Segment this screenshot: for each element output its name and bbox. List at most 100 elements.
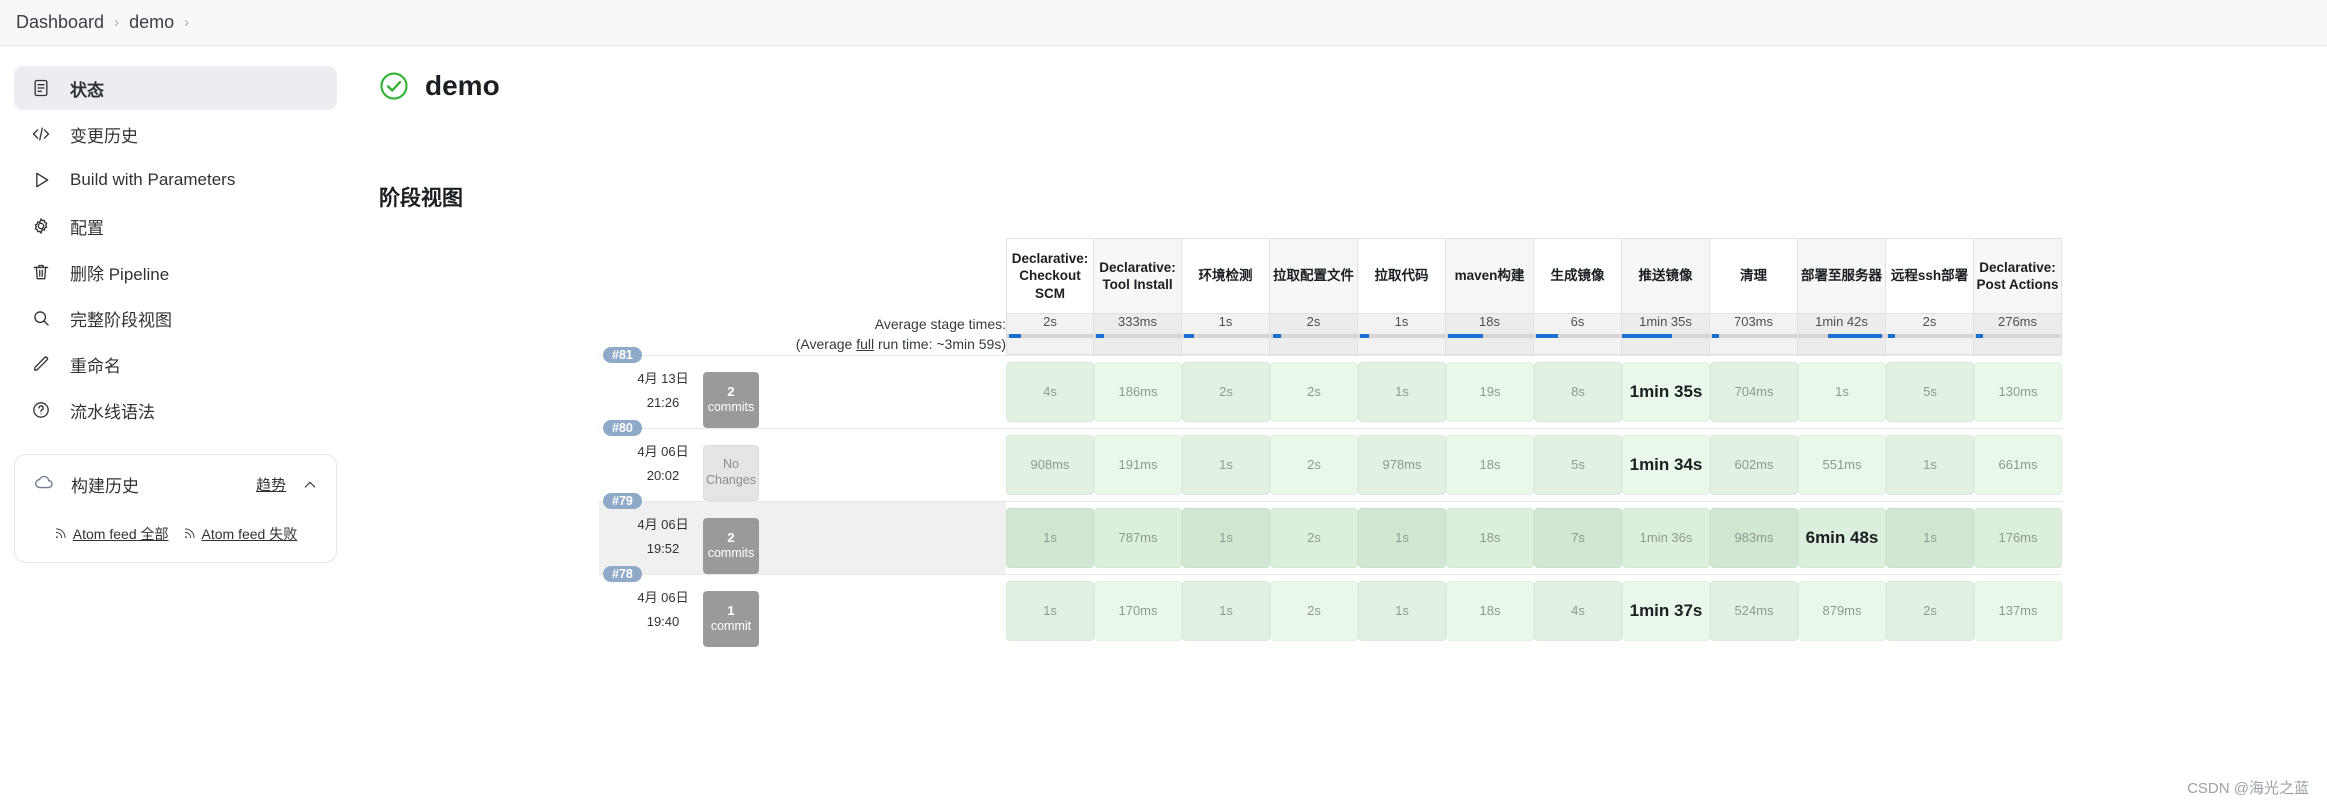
stage-view-tbody: #81 4月 13日 21:26 2 commits 4s 186ms 2s 2s 1s 19s 8s…: [599, 346, 2062, 647]
commit-summary[interactable]: No Changes: [703, 444, 759, 501]
stage-cell[interactable]: 983ms: [1710, 500, 1798, 574]
stage-cell[interactable]: 130ms: [1974, 354, 2062, 428]
stage-cell[interactable]: 1s: [1798, 354, 1886, 428]
stage-cell[interactable]: 186ms: [1094, 354, 1182, 428]
stage-average-cell: 18s: [1446, 314, 1534, 355]
stage-average-sparkline: [1182, 334, 1269, 338]
stage-cell[interactable]: 2s: [1270, 500, 1358, 574]
stage-cell[interactable]: 4s: [1006, 354, 1094, 428]
build-number-cell[interactable]: #79 4月 06日 19:52 2 commits: [599, 492, 761, 574]
sidebar-item-status[interactable]: 状态: [14, 66, 337, 110]
sidebar-item-build-with-parameters[interactable]: Build with Parameters: [14, 158, 337, 202]
stage-cell[interactable]: 1s: [1182, 573, 1270, 647]
atom-feed-failed[interactable]: Atom feed 失败: [183, 524, 297, 544]
stage-cell[interactable]: 1s: [1886, 427, 1974, 501]
stage-average-cell: 1min 35s: [1622, 314, 1710, 355]
build-number-badge[interactable]: #79: [603, 492, 642, 509]
stage-cell[interactable]: 2s: [1270, 573, 1358, 647]
stage-cell[interactable]: 551ms: [1798, 427, 1886, 501]
chevron-up-icon[interactable]: [302, 477, 318, 493]
build-row-spacer: [761, 427, 1006, 501]
sidebar-item-delete-pipeline[interactable]: 删除 Pipeline: [14, 250, 337, 294]
build-number-cell[interactable]: #81 4月 13日 21:26 2 commits: [599, 346, 761, 428]
stage-cell[interactable]: 1min 35s: [1622, 354, 1710, 428]
stage-cell[interactable]: 18s: [1446, 573, 1534, 647]
stage-cell[interactable]: 1s: [1358, 500, 1446, 574]
build-row[interactable]: #80 4月 06日 20:02 No Changes 908ms 191ms 1s 2s 97…: [599, 419, 2062, 501]
build-number-cell[interactable]: #78 4月 06日 19:40 1 commit: [599, 565, 761, 647]
stage-cell[interactable]: 2s: [1182, 354, 1270, 428]
commit-summary[interactable]: 2 commits: [703, 517, 759, 574]
stage-header-cell: 推送镜像: [1622, 238, 1710, 314]
stage-cell[interactable]: 1s: [1182, 427, 1270, 501]
stage-cell[interactable]: 1s: [1358, 573, 1446, 647]
stage-cell[interactable]: 2s: [1886, 573, 1974, 647]
stage-cell[interactable]: 1min 34s: [1622, 427, 1710, 501]
stage-duration: 1min 37s: [1622, 580, 1710, 641]
stage-cell[interactable]: 1s: [1886, 500, 1974, 574]
stage-cell[interactable]: 1s: [1358, 354, 1446, 428]
sidebar-item-change-history[interactable]: 变更历史: [14, 112, 337, 156]
stage-average-cell: 6s: [1534, 314, 1622, 355]
stage-header-cell: 拉取配置文件: [1270, 238, 1358, 314]
stage-cell[interactable]: 7s: [1534, 500, 1622, 574]
stage-cell[interactable]: 1s: [1006, 573, 1094, 647]
stage-cell[interactable]: 978ms: [1358, 427, 1446, 501]
build-row[interactable]: #79 4月 06日 19:52 2 commits 1s 787ms 1s 2s 1s 18s 7s…: [599, 492, 2062, 574]
sidebar-item-rename[interactable]: 重命名: [14, 342, 337, 386]
commit-summary[interactable]: 2 commits: [703, 371, 759, 428]
stage-cell[interactable]: 5s: [1886, 354, 1974, 428]
sidebar-item-full-stage-view[interactable]: 完整阶段视图: [14, 296, 337, 340]
stage-cell[interactable]: 18s: [1446, 427, 1534, 501]
stage-cell[interactable]: 879ms: [1798, 573, 1886, 647]
stage-cell[interactable]: 2s: [1270, 427, 1358, 501]
stage-cell[interactable]: 602ms: [1710, 427, 1798, 501]
stage-duration: 18s: [1446, 580, 1534, 641]
commit-count: 2: [727, 529, 735, 545]
stage-cell[interactable]: 524ms: [1710, 573, 1798, 647]
stage-cell[interactable]: 1s: [1006, 500, 1094, 574]
stage-duration: 2s: [1270, 361, 1358, 422]
sidebar-item-configure[interactable]: 配置: [14, 204, 337, 248]
trash-icon: [30, 261, 52, 283]
breadcrumb-item-dashboard[interactable]: Dashboard: [16, 12, 104, 33]
sidebar-item-pipeline-syntax[interactable]: 流水线语法: [14, 388, 337, 432]
stage-cell[interactable]: 176ms: [1974, 500, 2062, 574]
stage-cell[interactable]: 8s: [1534, 354, 1622, 428]
stage-cell[interactable]: 6min 48s: [1798, 500, 1886, 574]
build-number-badge[interactable]: #80: [603, 419, 642, 436]
stage-cell[interactable]: 908ms: [1006, 427, 1094, 501]
average-underline: full: [856, 336, 875, 353]
build-number-badge[interactable]: #81: [603, 346, 642, 363]
stage-average-value: 1min 35s: [1639, 314, 1692, 329]
stage-cell[interactable]: 170ms: [1094, 573, 1182, 647]
build-number-badge[interactable]: #78: [603, 565, 642, 582]
stage-cell[interactable]: 704ms: [1710, 354, 1798, 428]
stage-cell[interactable]: 1s: [1182, 500, 1270, 574]
stage-average-value: 2s: [1922, 314, 1937, 329]
atom-feed-all[interactable]: Atom feed 全部: [54, 524, 169, 544]
stage-cell[interactable]: 18s: [1446, 500, 1534, 574]
stage-duration: 4s: [1006, 361, 1094, 422]
stage-cell[interactable]: 1min 37s: [1622, 573, 1710, 647]
stage-cell[interactable]: 191ms: [1094, 427, 1182, 501]
stage-cell[interactable]: 787ms: [1094, 500, 1182, 574]
breadcrumb-item-demo[interactable]: demo: [129, 12, 174, 33]
stage-duration: 1min 36s: [1622, 507, 1710, 568]
build-history-trend-link[interactable]: 趋势: [256, 474, 286, 495]
stage-duration: 787ms: [1094, 507, 1182, 568]
stage-duration: 130ms: [1974, 361, 2062, 422]
build-row[interactable]: #81 4月 13日 21:26 2 commits 4s 186ms 2s 2s 1s 19s 8s…: [599, 346, 2062, 428]
stage-cell[interactable]: 661ms: [1974, 427, 2062, 501]
build-row[interactable]: #78 4月 06日 19:40 1 commit 1s 170ms 1s 2s 1s 18s 4s 1…: [599, 565, 2062, 647]
stage-header-cell: 部署至服务器: [1798, 238, 1886, 314]
commit-summary[interactable]: 1 commit: [703, 590, 759, 647]
stage-cell[interactable]: 1min 36s: [1622, 500, 1710, 574]
stage-cell[interactable]: 137ms: [1974, 573, 2062, 647]
stage-cell[interactable]: 2s: [1270, 354, 1358, 428]
stage-cell[interactable]: 19s: [1446, 354, 1534, 428]
stage-cell[interactable]: 4s: [1534, 573, 1622, 647]
watermark: CSDN @海光之蓝: [2187, 780, 2309, 797]
stage-cell[interactable]: 5s: [1534, 427, 1622, 501]
build-number-cell[interactable]: #80 4月 06日 20:02 No Changes: [599, 419, 761, 501]
